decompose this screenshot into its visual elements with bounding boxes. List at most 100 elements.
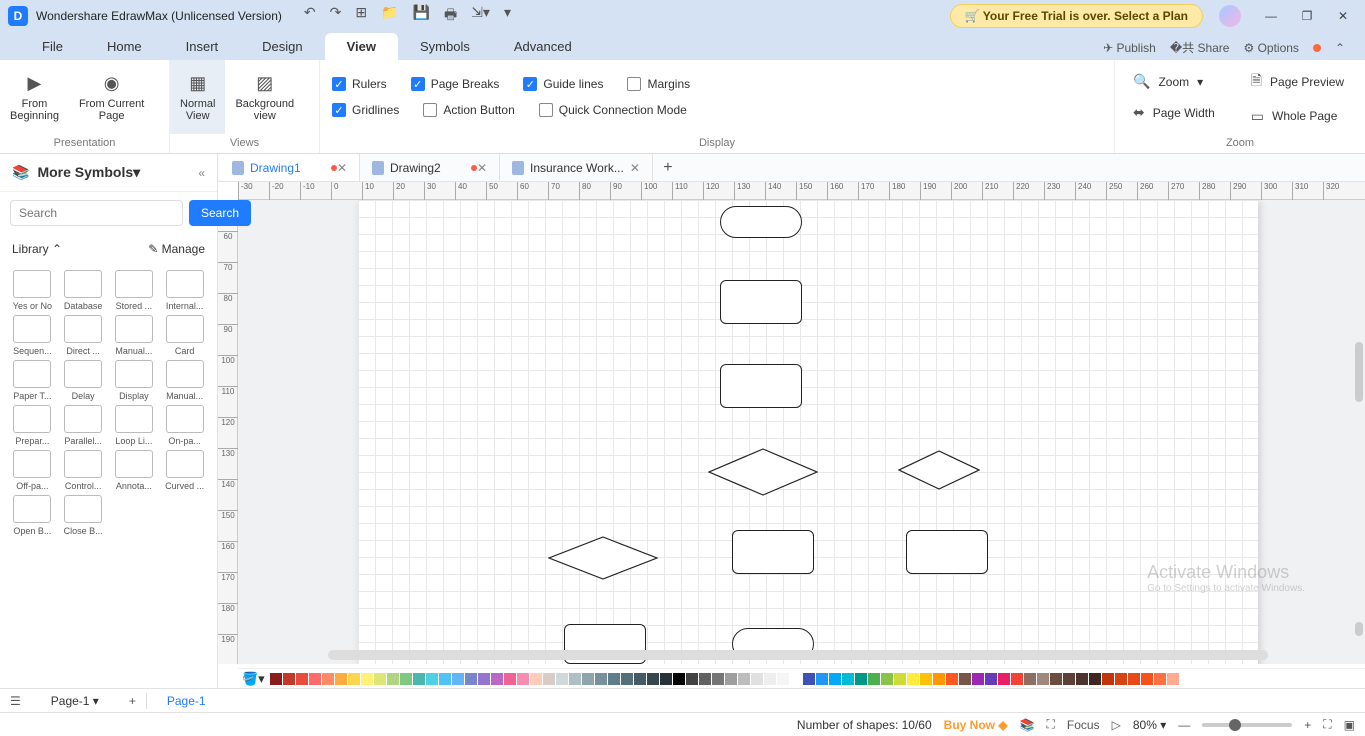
color-swatch[interactable] (1089, 673, 1101, 685)
terminator-shape[interactable] (720, 206, 802, 238)
add-tab-button[interactable]: + (653, 154, 683, 181)
library-toggle[interactable]: Library ⌃ (12, 242, 62, 256)
color-swatch[interactable] (1115, 673, 1127, 685)
shape-database[interactable]: Database (59, 270, 108, 311)
zoom-out-button[interactable]: — (1178, 718, 1190, 732)
symbol-search-button[interactable]: Search (189, 200, 251, 226)
color-swatch[interactable] (478, 673, 490, 685)
shape-loop-li-[interactable]: Loop Li... (110, 405, 159, 446)
color-swatch[interactable] (764, 673, 776, 685)
notification-icon[interactable] (1313, 41, 1321, 55)
close-tab-icon[interactable]: ✕ (477, 161, 487, 175)
share-button[interactable]: �共 Share (1170, 39, 1230, 56)
color-swatch[interactable] (1063, 673, 1075, 685)
color-swatch[interactable] (777, 673, 789, 685)
minimize-button[interactable]: — (1257, 9, 1285, 23)
canvas[interactable]: Activate WindowsGo to Settings to activa… (238, 200, 1365, 664)
normal-view-button[interactable]: ▦Normal View (170, 60, 225, 134)
user-avatar[interactable] (1219, 5, 1241, 27)
shape-direct-[interactable]: Direct ... (59, 315, 108, 356)
panel-toggle-icon[interactable]: ▣ (1344, 718, 1355, 732)
color-swatch[interactable] (543, 673, 555, 685)
shape-close-b-[interactable]: Close B... (59, 495, 108, 536)
symbol-search-input[interactable] (10, 200, 183, 226)
background-view-button[interactable]: ▨Background view (225, 60, 304, 134)
page-preview-button[interactable]: 🗎Page Preview (1251, 70, 1344, 94)
open-icon[interactable]: 📁 (381, 4, 398, 28)
color-swatch[interactable] (556, 673, 568, 685)
color-swatch[interactable] (296, 673, 308, 685)
decision-shape[interactable] (548, 536, 658, 580)
color-swatch[interactable] (816, 673, 828, 685)
ribbon-collapse-icon[interactable]: ⌃ (1335, 41, 1345, 55)
doctab-insurance[interactable]: Insurance Work...✕ (500, 154, 653, 181)
shape-manual-[interactable]: Manual... (110, 315, 159, 356)
print-icon[interactable]: 🖶 (444, 4, 457, 28)
shape-parallel-[interactable]: Parallel... (59, 405, 108, 446)
shape-off-pa-[interactable]: Off-pa... (8, 450, 57, 491)
decision-shape[interactable] (708, 448, 818, 496)
color-swatch[interactable] (647, 673, 659, 685)
color-swatch[interactable] (452, 673, 464, 685)
from-beginning-button[interactable]: ▶From Beginning (0, 60, 69, 134)
menu-insert[interactable]: Insert (164, 33, 241, 60)
color-swatch[interactable] (1011, 673, 1023, 685)
fill-bucket-icon[interactable]: 🪣▾ (242, 671, 265, 687)
color-swatch[interactable] (491, 673, 503, 685)
color-swatch[interactable] (790, 673, 802, 685)
color-swatch[interactable] (959, 673, 971, 685)
menu-view[interactable]: View (325, 33, 398, 60)
color-swatch[interactable] (270, 673, 282, 685)
color-swatch[interactable] (439, 673, 451, 685)
quick-connection-checkbox[interactable]: Quick Connection Mode (539, 103, 687, 117)
color-swatch[interactable] (387, 673, 399, 685)
zoom-in-button[interactable]: + (1304, 718, 1311, 732)
color-swatch[interactable] (1024, 673, 1036, 685)
color-swatch[interactable] (1050, 673, 1062, 685)
shape-sequen-[interactable]: Sequen... (8, 315, 57, 356)
color-swatch[interactable] (946, 673, 958, 685)
zoom-button[interactable]: 🔍Zoom▾ (1133, 73, 1215, 90)
add-page-button[interactable]: + (119, 694, 146, 708)
buy-now-link[interactable]: Buy Now ◆ (944, 718, 1008, 732)
color-swatch[interactable] (855, 673, 867, 685)
zoom-slider[interactable] (1202, 723, 1292, 727)
color-swatch[interactable] (608, 673, 620, 685)
shape-card[interactable]: Card (160, 315, 209, 356)
color-swatch[interactable] (725, 673, 737, 685)
color-swatch[interactable] (1154, 673, 1166, 685)
color-swatch[interactable] (361, 673, 373, 685)
trial-banner[interactable]: 🛒 Your Free Trial is over. Select a Plan (950, 4, 1203, 28)
color-swatch[interactable] (985, 673, 997, 685)
page-width-button[interactable]: ⬌Page Width (1133, 104, 1215, 121)
vertical-scrollbar[interactable] (1353, 222, 1363, 628)
color-swatch[interactable] (504, 673, 516, 685)
publish-button[interactable]: ✈ Publish (1103, 41, 1156, 55)
decision-shape[interactable] (898, 450, 980, 490)
color-swatch[interactable] (751, 673, 763, 685)
close-button[interactable]: ✕ (1329, 9, 1357, 23)
shape-prepar-[interactable]: Prepar... (8, 405, 57, 446)
shape-manual-[interactable]: Manual... (160, 360, 209, 401)
shape-paper-t-[interactable]: Paper T... (8, 360, 57, 401)
menu-home[interactable]: Home (85, 33, 164, 60)
color-swatch[interactable] (972, 673, 984, 685)
color-swatch[interactable] (634, 673, 646, 685)
rulers-checkbox[interactable]: ✓Rulers (332, 77, 387, 91)
page-list-icon[interactable]: ☰ (0, 694, 31, 708)
color-swatch[interactable] (374, 673, 386, 685)
collapse-panel-icon[interactable]: « (198, 166, 205, 180)
color-swatch[interactable] (465, 673, 477, 685)
menu-symbols[interactable]: Symbols (398, 33, 492, 60)
close-tab-icon[interactable]: ✕ (630, 161, 640, 175)
fullscreen-icon[interactable]: ⛶ (1047, 717, 1055, 732)
shape-on-pa-[interactable]: On-pa... (160, 405, 209, 446)
shape-stored-[interactable]: Stored ... (110, 270, 159, 311)
color-swatch[interactable] (738, 673, 750, 685)
menu-file[interactable]: File (20, 33, 85, 60)
qat-more-icon[interactable]: ▾ (504, 4, 511, 28)
drawing-page[interactable] (358, 200, 1258, 664)
whole-page-button[interactable]: ▭Whole Page (1251, 108, 1344, 125)
color-swatch[interactable] (400, 673, 412, 685)
maximize-button[interactable]: ❐ (1293, 9, 1321, 23)
